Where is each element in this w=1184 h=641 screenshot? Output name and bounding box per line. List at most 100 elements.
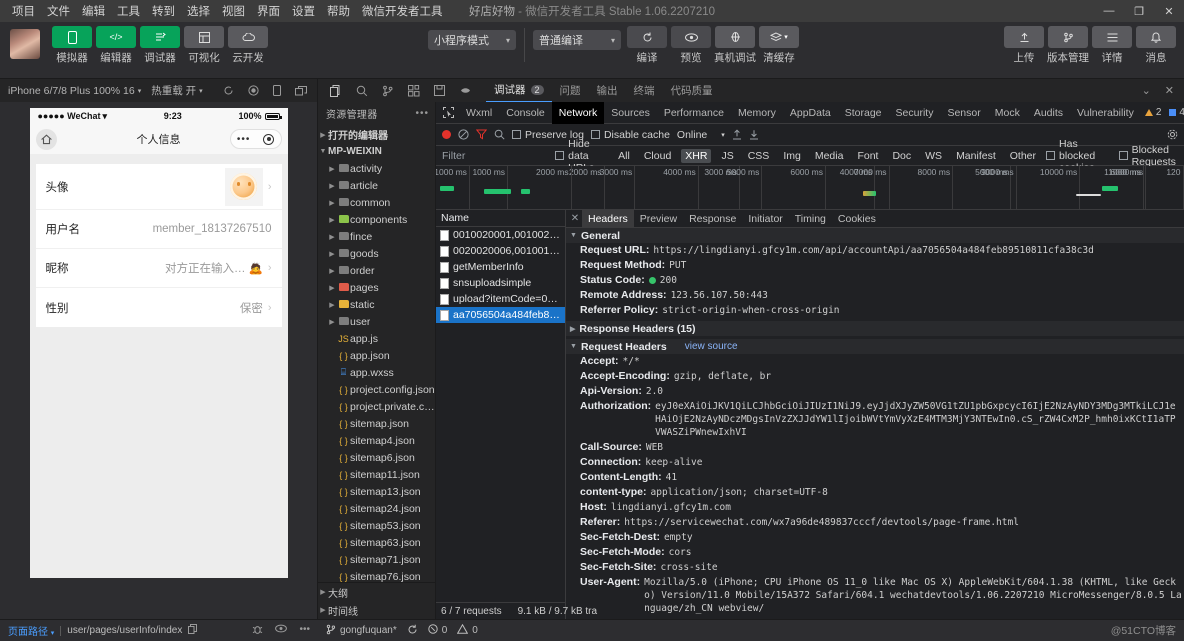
phone-screen[interactable]: ●●●●● WeChat ▾ 9:23 100% 个人信息 ••• 头像 › 用… (29, 108, 288, 578)
panel-tab-terminal[interactable]: 终端 (626, 83, 663, 98)
network-timeline-overview[interactable]: 1000 ms 2000 ms 3000 ms 4000 ms 5000 ms … (436, 166, 1184, 210)
details-button[interactable]: 详情 (1092, 26, 1132, 65)
tree-folder-static[interactable]: ▶ static (318, 296, 435, 313)
tree-file-sitemap6[interactable]: { } sitemap6.json (318, 449, 435, 466)
filter-type-all[interactable]: All (614, 149, 634, 163)
blocked-requests-checkbox[interactable]: Blocked Requests (1118, 144, 1178, 168)
visualization-button[interactable]: 可视化 (184, 26, 224, 65)
tree-folder-pages[interactable]: ▶ pages (318, 279, 435, 296)
tab-vulnerability[interactable]: Vulnerability (1070, 102, 1141, 124)
filter-type-img[interactable]: Img (779, 149, 805, 163)
branch-indicator[interactable]: gongfuquan* (326, 624, 397, 638)
request-row[interactable]: snsuploadsimple (436, 275, 565, 291)
tree-file-app-js[interactable]: JS app.js (318, 330, 435, 347)
tree-file-project-config[interactable]: { } project.config.json (318, 381, 435, 398)
tree-file-app-json[interactable]: { } app.json (318, 347, 435, 364)
detail-tab-cookies[interactable]: Cookies (832, 210, 882, 228)
editor-button[interactable]: </> 编辑器 (96, 26, 136, 65)
filter-icon[interactable] (476, 129, 487, 140)
form-row-avatar[interactable]: 头像 › (35, 164, 282, 210)
menu-item-devtools[interactable]: 微信开发者工具 (356, 1, 449, 21)
filter-type-cloud[interactable]: Cloud (640, 149, 675, 163)
version-control-button[interactable]: 版本管理 (1047, 26, 1089, 65)
tab-audits[interactable]: Audits (1027, 102, 1070, 124)
compile-select[interactable]: 普通编译 ▾ (533, 30, 621, 50)
tab-mock[interactable]: Mock (988, 102, 1027, 124)
close-icon[interactable]: ✕ (1165, 84, 1174, 97)
tab-security[interactable]: Security (889, 102, 941, 124)
tree-file-sitemap71[interactable]: { } sitemap71.json (318, 551, 435, 568)
menu-item-project[interactable]: 项目 (6, 1, 41, 21)
tree-folder-fince[interactable]: ▶ fince (318, 228, 435, 245)
tab-network[interactable]: Network (551, 101, 605, 124)
save-icon[interactable] (434, 85, 445, 96)
throttling-select[interactable]: Online ▾ (677, 129, 725, 141)
panel-tab-debugger[interactable]: 调试器 2 (486, 79, 552, 103)
preview-button[interactable]: 预览 (671, 26, 711, 65)
maximize-icon[interactable]: ❐ (1124, 0, 1154, 22)
filter-type-css[interactable]: CSS (744, 149, 774, 163)
warning-counter[interactable]: 0 (457, 623, 478, 637)
detail-tab-headers[interactable]: Headers (582, 209, 634, 228)
filter-type-media[interactable]: Media (811, 149, 848, 163)
window-icon[interactable] (295, 85, 307, 96)
debugger-button[interactable]: 调试器 (140, 26, 180, 65)
warning-counter[interactable]: 2 (1141, 107, 1166, 118)
form-row-nickname[interactable]: 昵称 对方正在输入… 🙇 › (35, 249, 282, 288)
sync-icon[interactable] (407, 624, 418, 638)
close-icon[interactable]: ✕ (1154, 0, 1184, 22)
tab-sources[interactable]: Sources (604, 102, 657, 124)
copy-icon[interactable] (188, 624, 198, 637)
tree-folder-user[interactable]: ▶ user (318, 313, 435, 330)
tree-file-project-private-config[interactable]: { } project.private.config.js... (318, 398, 435, 415)
tree-file-sitemap[interactable]: { } sitemap.json (318, 415, 435, 432)
more-icon[interactable]: ••• (237, 134, 251, 145)
filter-type-doc[interactable]: Doc (888, 149, 915, 163)
filter-type-ws[interactable]: WS (921, 149, 946, 163)
tab-console[interactable]: Console (499, 102, 552, 124)
filter-input[interactable]: Filter (442, 150, 549, 162)
tree-file-sitemap11[interactable]: { } sitemap11.json (318, 466, 435, 483)
filter-type-manifest[interactable]: Manifest (952, 149, 1000, 163)
tree-folder-common[interactable]: ▶ common (318, 194, 435, 211)
error-counter[interactable]: 0 (428, 624, 447, 637)
tree-folder-article[interactable]: ▶ article (318, 177, 435, 194)
debug-plug-icon[interactable] (459, 86, 472, 95)
simulator-button[interactable]: 模拟器 (52, 26, 92, 65)
tab-appdata[interactable]: AppData (783, 102, 838, 124)
target-icon[interactable] (263, 133, 275, 145)
close-icon[interactable]: ✕ (568, 213, 582, 224)
detail-tab-timing[interactable]: Timing (789, 210, 832, 228)
section-timeline[interactable]: ▶ 时间线 (318, 601, 435, 619)
panel-tab-output[interactable]: 输出 (589, 83, 626, 98)
request-row[interactable]: upload?itemCode=002001000... (436, 291, 565, 307)
record-icon[interactable] (248, 85, 259, 96)
tree-folder-goods[interactable]: ▶ goods (318, 245, 435, 262)
tree-file-sitemap63[interactable]: { } sitemap63.json (318, 534, 435, 551)
files-icon[interactable] (330, 84, 342, 97)
filter-type-other[interactable]: Other (1006, 149, 1040, 163)
tree-file-sitemap53[interactable]: { } sitemap53.json (318, 517, 435, 534)
section-general[interactable]: ▼ General (566, 228, 1184, 243)
tree-section-open-editors[interactable]: ▶ 打开的编辑器 (318, 126, 435, 143)
real-device-debug-button[interactable]: 真机调试 (714, 26, 756, 65)
request-row[interactable]: getMemberInfo (436, 259, 565, 275)
request-row-selected[interactable]: aa7056504a484feb89510811cf... (436, 307, 565, 323)
tab-sensor[interactable]: Sensor (940, 102, 987, 124)
section-request-headers[interactable]: ▼ Request Headers view source (566, 339, 1184, 354)
wechat-capsule[interactable]: ••• (229, 129, 282, 149)
tree-file-sitemap4[interactable]: { } sitemap4.json (318, 432, 435, 449)
form-row-gender[interactable]: 性别 保密 › (36, 288, 282, 327)
menu-item-interface[interactable]: 界面 (251, 1, 286, 21)
record-icon[interactable] (442, 130, 451, 139)
upload-button[interactable]: 上传 (1004, 26, 1044, 65)
request-row[interactable]: 0020020006,0010010002,0010... (436, 243, 565, 259)
eye-icon[interactable] (275, 624, 288, 638)
clear-icon[interactable] (458, 129, 469, 140)
import-icon[interactable] (732, 129, 742, 140)
section-outline[interactable]: ▶ 大纲 (318, 583, 435, 601)
mobile-icon[interactable] (273, 85, 281, 96)
menu-item-tools[interactable]: 工具 (111, 1, 146, 21)
panel-tab-problems[interactable]: 问题 (552, 83, 589, 98)
inspect-icon[interactable] (438, 107, 459, 118)
